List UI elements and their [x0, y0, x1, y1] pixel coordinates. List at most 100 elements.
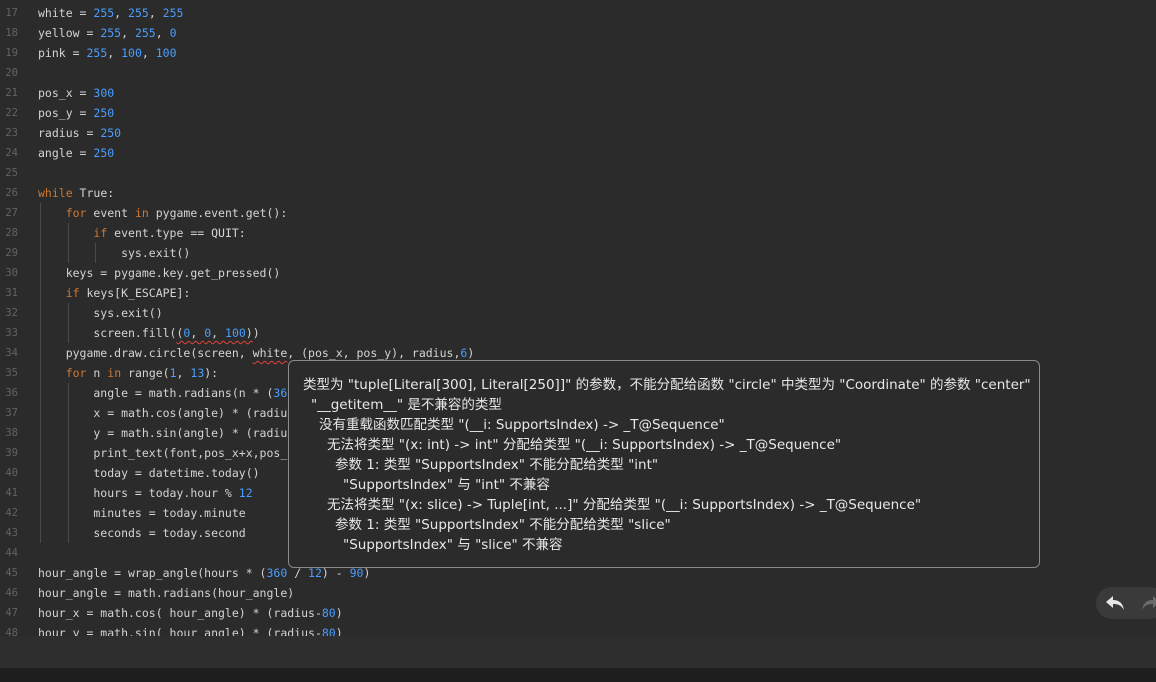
code-token: 250 [93, 146, 115, 160]
code-line[interactable]: 20 [0, 63, 1156, 83]
code-token: radius = [38, 126, 101, 140]
tooltip-line: 没有重载函数匹配类型 "(__i: SupportsIndex) -> _T@S… [319, 417, 725, 433]
code-text: for n in range(1, 13): [38, 363, 218, 383]
code-line[interactable]: 18 yellow = 255, 255, 0 [0, 23, 1156, 43]
code-token: 80 [321, 626, 336, 636]
code-line[interactable]: 28 if event.type == QUIT: [0, 223, 1156, 243]
line-number: 46 [5, 587, 18, 599]
code-token: 255 [134, 26, 156, 40]
code-line[interactable]: 47 hour_x = math.cos( hour_angle) * (radi… [0, 603, 1156, 623]
code-line[interactable]: 30 keys = pygame.key.get_pressed() [0, 263, 1156, 283]
code-token: 12 [308, 566, 322, 580]
code-line[interactable]: 31 if keys[K_ESCAPE]: [0, 283, 1156, 303]
code-token: 255 [128, 6, 149, 20]
code-line[interactable]: 22 pos_y = 250 [0, 103, 1156, 123]
code-token: , [176, 366, 191, 380]
code-token: , [107, 46, 122, 60]
line-number: 24 [5, 147, 18, 159]
code-line[interactable]: 32 sys.exit() [0, 303, 1156, 323]
code-token: 255 [86, 46, 108, 60]
line-number: 26 [5, 187, 18, 199]
line-number: 30 [5, 267, 18, 279]
code-line[interactable]: 26 while True: [0, 183, 1156, 203]
indent-guide [67, 303, 69, 343]
code-token: 100 [155, 46, 177, 60]
code-token: ) - [321, 566, 350, 580]
code-line[interactable]: 27 for event in pygame.event.get(): [0, 203, 1156, 223]
line-number: 35 [5, 367, 18, 379]
tooltip-line: 参数 1: 类型 "SupportsIndex" 不能分配给类型 "slice" [335, 517, 671, 533]
code-token: ) [335, 626, 343, 636]
tooltip-line: "SupportsIndex" 与 "slice" 不兼容 [343, 537, 563, 553]
code-text: screen.fill((0, 0, 100)) [38, 323, 260, 343]
indent-guide [95, 243, 97, 263]
code-line[interactable]: 29 sys.exit() [0, 243, 1156, 263]
code-token: white [252, 346, 288, 360]
line-number: 17 [5, 7, 18, 19]
code-token: 12 [238, 486, 253, 500]
code-token: pygame.event.get(): [148, 206, 288, 220]
code-text: hours = today.hour % 12 [38, 483, 253, 503]
code-token: ) [252, 326, 260, 340]
code-line[interactable]: 24 angle = 250 [0, 143, 1156, 163]
line-number: 19 [5, 47, 18, 59]
code-token: minutes = today.minute [38, 506, 246, 520]
line-number: 18 [5, 27, 18, 39]
code-token: in [134, 206, 149, 220]
code-token: , [114, 6, 129, 20]
code-token: 250 [93, 106, 115, 120]
undo-arrow-icon[interactable] [1104, 593, 1124, 613]
code-text: today = datetime.today() [38, 463, 260, 483]
code-text: yellow = 255, 255, 0 [38, 23, 177, 43]
code-token: 300 [93, 86, 115, 100]
redo-arrow-icon[interactable] [1140, 593, 1156, 613]
line-number: 37 [5, 407, 18, 419]
line-number: 44 [5, 547, 18, 559]
editor-bottom-panel [0, 636, 1156, 668]
code-token: in [107, 366, 122, 380]
code-text: y = math.sin(angle) * (radius [38, 423, 294, 443]
code-token: keys[K_ESCAPE]: [79, 286, 191, 300]
code-text: while True: [38, 183, 114, 203]
code-text: angle = 250 [38, 143, 114, 163]
code-token: 255 [162, 6, 184, 20]
code-token: today = datetime.today() [38, 466, 260, 480]
line-number: 27 [5, 207, 18, 219]
code-token: , [155, 26, 170, 40]
code-token: hour_x = math.cos( hour_angle) * (radius… [38, 606, 322, 620]
code-text: sys.exit() [38, 243, 190, 263]
code-token: ) [467, 346, 475, 360]
tooltip-line: "__getitem__" 是不兼容的类型 [311, 397, 502, 413]
code-token: print_text(font,pos_x+x,pos_y+ [38, 446, 302, 460]
code-line[interactable]: 46 hour_angle = math.radians(hour_angle) [0, 583, 1156, 603]
code-text: hour_x = math.cos( hour_angle) * (radius… [38, 603, 343, 623]
line-number: 38 [5, 427, 18, 439]
code-token: angle = math.radians(n * ( [38, 386, 274, 400]
code-token: while [38, 186, 73, 200]
code-line[interactable]: 21 pos_x = 300 [0, 83, 1156, 103]
code-line[interactable]: 19 pink = 255, 100, 100 [0, 43, 1156, 63]
code-text: sys.exit() [38, 303, 162, 323]
code-line[interactable]: 17 white = 255, 255, 255 [0, 3, 1156, 23]
code-token: 80 [321, 606, 336, 620]
code-text: for event in pygame.event.get(): [38, 203, 288, 223]
code-token: 90 [349, 566, 364, 580]
code-line[interactable]: 25 [0, 163, 1156, 183]
line-number: 21 [5, 87, 18, 99]
code-text: pink = 255, 100, 100 [38, 43, 177, 63]
line-number: 41 [5, 487, 18, 499]
code-token: 360 [266, 566, 288, 580]
code-token: True: [72, 186, 115, 200]
code-line[interactable]: 33 screen.fill((0, 0, 100)) [0, 323, 1156, 343]
code-text: minutes = today.minute [38, 503, 246, 523]
code-token: , [141, 46, 156, 60]
code-line[interactable]: 23 radius = 250 [0, 123, 1156, 143]
line-number: 40 [5, 467, 18, 479]
code-token: pos_y = [38, 106, 94, 120]
code-token: for [65, 366, 87, 380]
code-token: pink = [38, 46, 87, 60]
code-line[interactable]: 48 hour_y = math.sin( hour_angle) * (radi… [0, 623, 1156, 636]
line-number: 47 [5, 607, 18, 619]
